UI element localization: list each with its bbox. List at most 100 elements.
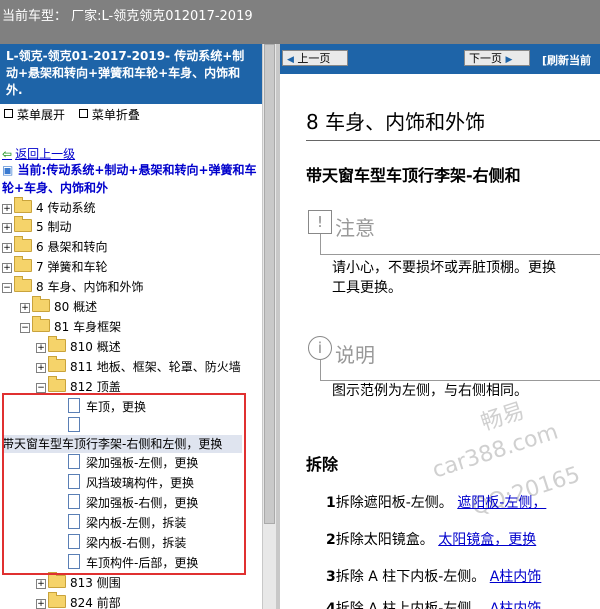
- folder-icon: [48, 356, 66, 372]
- back-arrow-icon: ⇦: [2, 147, 13, 161]
- info-icon: i: [308, 336, 332, 360]
- expand-icon[interactable]: +: [2, 204, 12, 214]
- tree-item-label: 824 前部: [70, 596, 121, 609]
- tree-item[interactable]: +824 前部: [36, 592, 121, 609]
- expand-icon[interactable]: +: [36, 599, 46, 609]
- tree-item-label: 7 弹簧和车轮: [36, 260, 108, 274]
- step-item: 1拆除遮阳板-左侧。 遮阳板-左侧，: [326, 492, 546, 512]
- info-connector: [320, 360, 321, 380]
- step-link[interactable]: 太阳镜盒，更换: [438, 532, 536, 548]
- folder-icon: [14, 256, 32, 272]
- title-divider: [306, 140, 600, 141]
- step-item: 4拆除 A 柱上内板-左侧。 A柱内饰: [326, 598, 541, 609]
- nav-bar: ◀ 上一页 下一页 ▶ [刷新当前: [280, 44, 600, 74]
- removal-title: 拆除: [306, 455, 339, 474]
- tree-item[interactable]: +4 传动系统: [2, 197, 96, 218]
- tree-item-label: 811 地板、框架、轮罩、防火墙: [70, 360, 241, 374]
- step-number: 2: [326, 532, 336, 548]
- tree-item[interactable]: +813 侧围: [36, 572, 121, 593]
- current-model-title: 当前车型： 厂家:L-领克领克012017-2019: [2, 9, 253, 24]
- tree-item-label: 81 车身框架: [54, 320, 122, 334]
- tree-item-label: 5 制动: [36, 220, 72, 234]
- menu-controls: 菜单展开 菜单折叠: [4, 106, 150, 123]
- watermark: car388.com: [429, 419, 562, 484]
- collapse-menu-button[interactable]: 菜单折叠: [92, 108, 140, 122]
- folder-icon: [48, 336, 66, 352]
- tree-item[interactable]: − 81 车身框架: [20, 316, 122, 337]
- step-text: 拆除 A 柱上内板-左侧。: [335, 601, 486, 609]
- step-item: 3拆除 A 柱下内板-左侧。 A柱内饰: [326, 566, 541, 586]
- left-pane: L-领克-领克01-2017-2019- 传动系统+制动+悬架和转向+弹簧和车轮…: [0, 44, 262, 609]
- section-title: 8 车身、内饰和外饰: [306, 110, 486, 134]
- info-label: 说明: [335, 343, 375, 367]
- scrollbar-thumb[interactable]: [264, 44, 275, 524]
- tree-item[interactable]: +810 概述: [36, 336, 121, 357]
- tree-item[interactable]: +7 弹簧和车轮: [2, 256, 108, 277]
- tree-item-label: 4 传动系统: [36, 201, 96, 215]
- folder-open-icon: [48, 376, 66, 392]
- caution-text-line-2: 工具更换。: [332, 280, 402, 296]
- caution-icon: !: [308, 210, 332, 234]
- back-link-label: 返回上一级: [15, 147, 76, 161]
- right-triangle-icon: ▶: [505, 55, 513, 65]
- current-path: ▣ 当前:传动系统+制动+悬架和转向+弹簧和车轮+车身、内饰和外: [2, 161, 260, 197]
- expand-icon[interactable]: +: [36, 343, 46, 353]
- refresh-link[interactable]: [刷新当前: [542, 52, 591, 68]
- sidebar-header: L-领克-领克01-2017-2019- 传动系统+制动+悬架和转向+弹簧和车轮…: [0, 44, 262, 104]
- current-path-label: 当前:传动系统+制动+悬架和转向+弹簧和车轮+车身、内饰和外: [2, 163, 257, 195]
- expand-icon[interactable]: +: [36, 363, 46, 373]
- tree-item-label: 813 侧围: [70, 576, 121, 590]
- left-triangle-icon: ◀: [287, 55, 294, 65]
- tree-item[interactable]: +811 地板、框架、轮罩、防火墙: [36, 356, 241, 377]
- caution-text-line-1: 请小心，不要损坏或弄脏顶棚。更换: [332, 260, 556, 276]
- collapse-icon[interactable]: −: [20, 323, 30, 333]
- folder-icon: [14, 236, 32, 252]
- folder-icon: [32, 296, 50, 312]
- tree-item[interactable]: +6 悬架和转向: [2, 236, 108, 257]
- tree-item[interactable]: − 8 车身、内饰和外饰: [2, 276, 144, 297]
- left-pane-scrollbar[interactable]: [262, 44, 277, 609]
- step-text: 拆除遮阳板-左侧。: [335, 495, 453, 511]
- prev-page-label: 上一页: [297, 52, 331, 65]
- content-pane: ◀ 上一页 下一页 ▶ [刷新当前 8 车身、内饰和外饰 带天窗车型车顶行李架-…: [280, 44, 600, 609]
- expand-icon[interactable]: +: [2, 243, 12, 253]
- expand-icon[interactable]: +: [2, 263, 12, 273]
- expand-menu-button[interactable]: 菜单展开: [17, 108, 65, 122]
- expand-icon[interactable]: +: [20, 303, 30, 313]
- collapse-icon[interactable]: −: [2, 283, 12, 293]
- info-text: 图示范例为左侧，与右侧相同。: [332, 383, 528, 399]
- step-item: 2拆除太阳镜盒。 太阳镜盒，更换: [326, 529, 536, 549]
- step-number: 4: [326, 601, 336, 609]
- square-icon: [78, 109, 88, 118]
- step-link[interactable]: A柱内饰: [490, 601, 542, 609]
- caution-divider: [320, 254, 600, 255]
- tree-item-label: 8 车身、内饰和外饰: [36, 280, 144, 294]
- step-text: 拆除太阳镜盒。: [335, 532, 434, 548]
- tree-item-label: 812 顶盖: [70, 380, 121, 394]
- step-number: 3: [326, 569, 336, 585]
- expand-icon[interactable]: +: [36, 579, 46, 589]
- tree-item-label: 6 悬架和转向: [36, 240, 108, 254]
- next-page-button[interactable]: 下一页 ▶: [464, 50, 530, 66]
- step-link[interactable]: 遮阳板-左侧，: [457, 495, 546, 511]
- tree-item[interactable]: +80 概述: [20, 296, 98, 317]
- back-link[interactable]: ⇦ 返回上一级: [2, 145, 75, 162]
- tree-item[interactable]: +5 制动: [2, 216, 72, 237]
- collapse-icon[interactable]: −: [36, 383, 46, 393]
- step-link[interactable]: A柱内饰: [490, 569, 542, 585]
- next-page-label: 下一页: [469, 52, 502, 65]
- caution-label: 注意: [335, 216, 375, 240]
- folder-open-icon: [32, 316, 50, 332]
- step-text: 拆除 A 柱下内板-左侧。: [335, 569, 486, 585]
- caution-connector: [320, 234, 321, 254]
- page-title: 带天窗车型车顶行李架-右侧和: [306, 166, 521, 185]
- tree-item-label: 80 概述: [54, 300, 98, 314]
- folder-icon: [48, 572, 66, 588]
- prev-page-button[interactable]: ◀ 上一页: [282, 50, 348, 66]
- red-highlight-box: [2, 393, 246, 575]
- step-number: 1: [326, 495, 336, 511]
- expand-icon[interactable]: +: [2, 223, 12, 233]
- title-bar: 当前车型： 厂家:L-领克领克012017-2019: [0, 0, 600, 44]
- car-icon: ▣: [2, 163, 14, 177]
- folder-icon: [14, 216, 32, 232]
